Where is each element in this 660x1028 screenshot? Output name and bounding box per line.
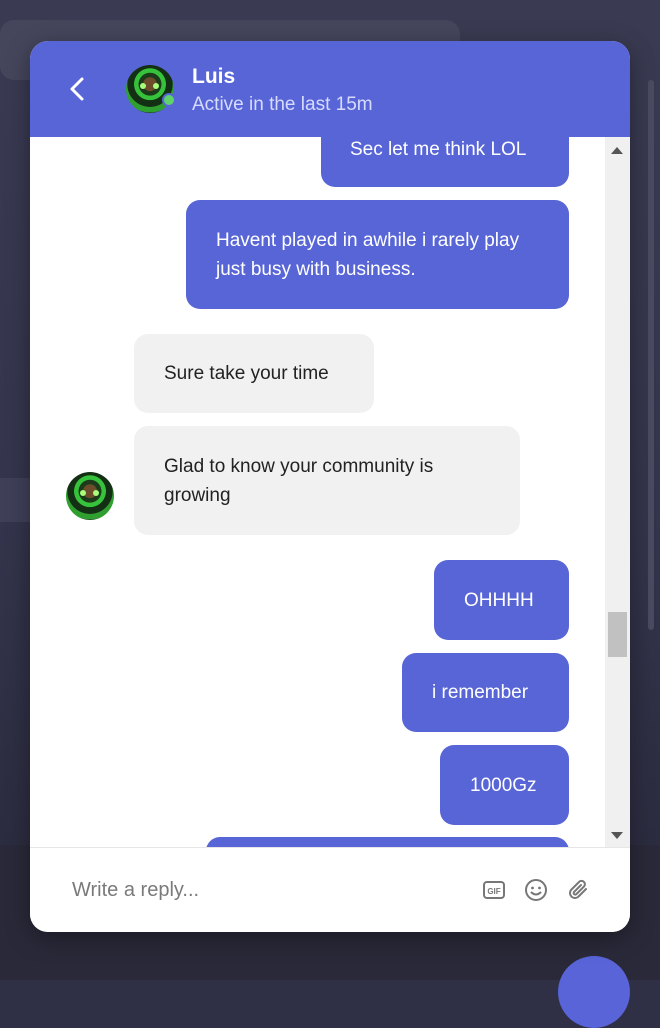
paperclip-icon [569, 879, 587, 899]
gif-button[interactable]: GIF [482, 878, 506, 902]
chat-window: Luis Active in the last 15m Sec let me t… [30, 41, 630, 932]
background-scrollbar [648, 80, 654, 630]
message-bubble-outgoing: OHHHH [434, 560, 569, 640]
avatar-detail [80, 490, 86, 496]
emoji-button[interactable] [524, 878, 548, 902]
smiley-icon [525, 879, 547, 901]
back-button[interactable] [60, 71, 96, 107]
message-bubble-incoming: Sure take your time [134, 334, 374, 413]
message-bubble-outgoing: Sec let me think LOL [321, 137, 569, 187]
message-list: Sec let me think LOL Havent played in aw… [30, 137, 605, 847]
avatar-detail [153, 83, 159, 89]
attach-button[interactable] [566, 878, 590, 902]
message-bubble-incoming: Glad to know your community is growing [134, 426, 520, 535]
reply-input[interactable] [72, 872, 452, 908]
scroll-thumb[interactable] [608, 612, 627, 657]
message-scrollbar[interactable] [605, 137, 630, 847]
sender-avatar[interactable] [66, 472, 114, 520]
contact-name: Luis [192, 65, 236, 88]
chevron-left-icon [70, 77, 84, 101]
scroll-down-arrow[interactable] [611, 832, 623, 839]
avatar-detail [140, 83, 146, 89]
avatar-detail [93, 490, 99, 496]
avatar[interactable] [126, 65, 176, 113]
message-bubble-outgoing-partial [206, 837, 569, 847]
composer: GIF [30, 847, 630, 932]
message-bubble-outgoing: Havent played in awhile i rarely play ju… [186, 200, 569, 309]
contact-status: Active in the last 15m [192, 94, 373, 115]
chat-launcher-button[interactable] [558, 956, 630, 1028]
scroll-up-arrow[interactable] [611, 147, 623, 154]
message-text: 1000Gz [470, 775, 537, 796]
online-status-dot [162, 93, 176, 107]
chat-header: Luis Active in the last 15m [30, 41, 630, 137]
message-bubble-outgoing: i remember [402, 653, 569, 732]
gif-label: GIF [487, 887, 500, 896]
gif-icon: GIF [483, 881, 505, 899]
